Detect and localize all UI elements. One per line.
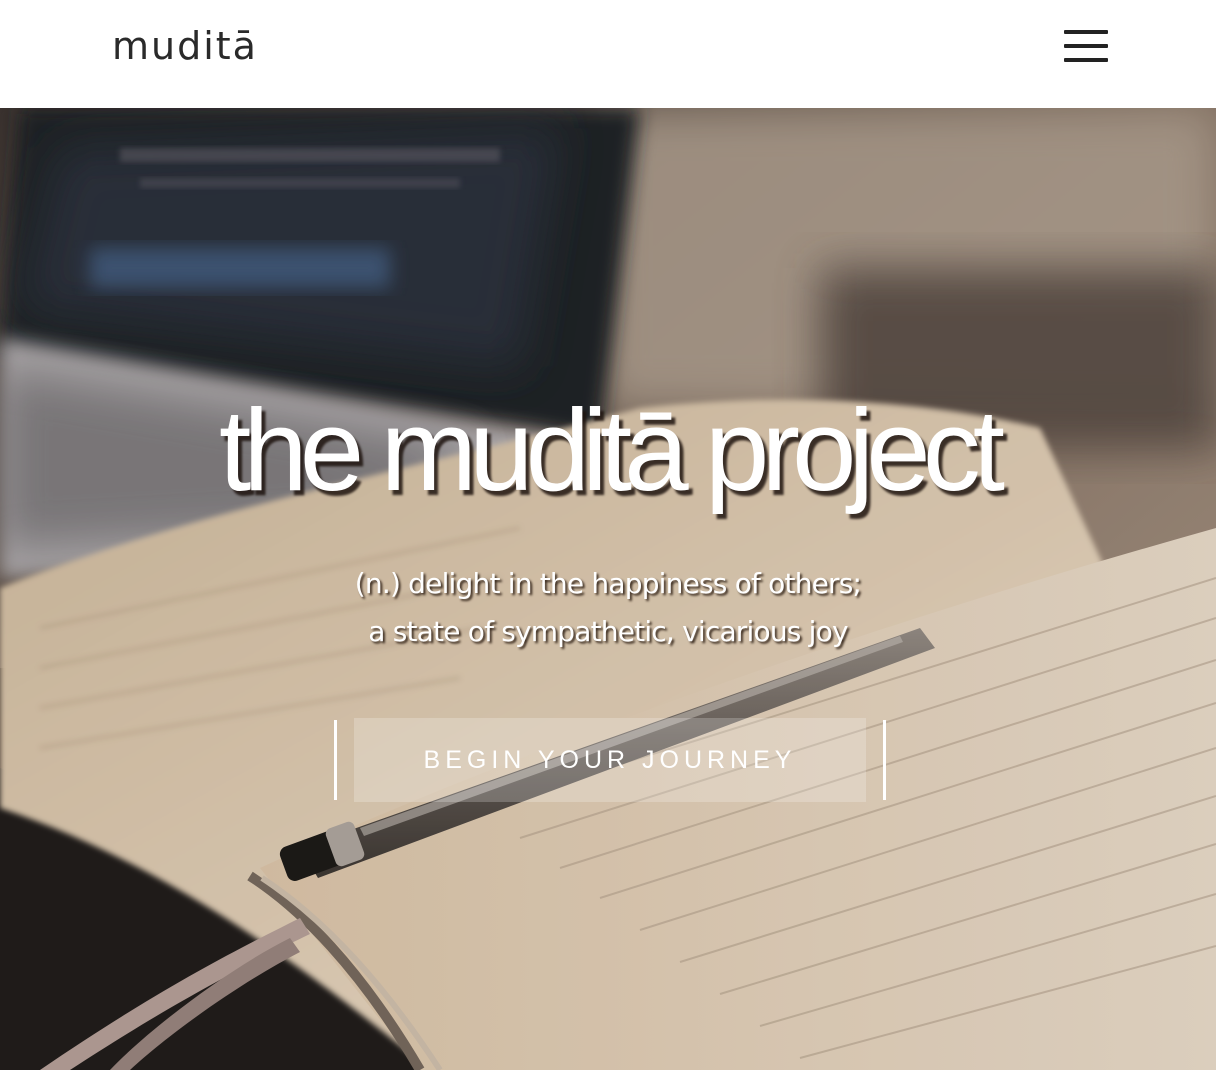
menu-bar-middle [1064, 44, 1108, 48]
cta-left-divider [334, 720, 337, 800]
site-header: muditā [0, 0, 1216, 108]
cta-right-divider [883, 720, 886, 800]
definition-line-1: (n.) delight in the happiness of others; [354, 567, 862, 600]
hamburger-menu-icon[interactable] [1060, 28, 1112, 66]
definition-line-2: a state of sympathetic, vicarious joy [368, 615, 848, 648]
site-logo[interactable]: muditā [112, 24, 258, 68]
menu-bar-bottom [1064, 58, 1108, 62]
begin-journey-button[interactable]: BEGIN YOUR JOURNEY [354, 718, 866, 802]
cta-container: BEGIN YOUR JOURNEY [334, 718, 886, 802]
hero-title: the muditā project [218, 385, 1005, 515]
definition-text: (n.) delight in the happiness of others;… [0, 560, 1216, 656]
menu-bar-top [1064, 30, 1108, 34]
hero-section: the muditā project (n.) delight in the h… [0, 108, 1216, 1070]
